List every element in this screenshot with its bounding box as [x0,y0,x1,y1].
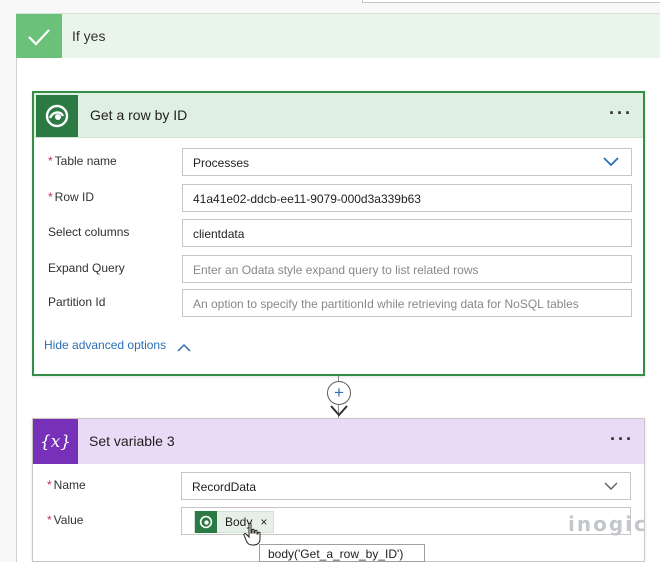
expand-query-input[interactable]: Enter an Odata style expand query to lis… [182,255,632,283]
expand-query-label: Expand Query [48,261,125,275]
previous-card-edge [362,0,660,3]
dataverse-icon [36,95,78,137]
more-options-icon[interactable]: ··· [609,103,633,124]
row-id-row: * Row ID 41a41e02-ddcb-ee11-9079-000d3a33… [48,184,632,212]
checkmark-icon [16,14,62,59]
table-name-row: * Table name Processes [48,148,632,176]
variable-value-row: * Value Body × [47,507,631,535]
row-id-label: * Row ID [48,190,95,204]
dynamic-content-token[interactable]: Body × [194,511,275,533]
variable-name-select[interactable]: RecordData [181,472,631,500]
inogic-watermark: inogic [568,512,648,536]
select-columns-row: Select columns clientdata [48,219,632,247]
table-name-select[interactable]: Processes [182,148,632,176]
get-row-card-title: Get a row by ID [90,107,188,123]
partition-id-label: Partition Id [48,295,106,309]
get-row-action-card: Get a row by ID ··· * Table name Processe… [32,91,645,376]
get-row-card-header[interactable]: Get a row by ID ··· [34,93,643,138]
token-tooltip: body('Get_a_row_by_ID') [259,544,425,562]
variable-value-label: * Value [47,513,84,527]
select-columns-label: Select columns [48,225,130,239]
chevron-down-icon[interactable] [604,480,618,494]
expand-query-row: Expand Query Enter an Odata style expand… [48,255,632,283]
variable-icon: {x} [33,419,78,464]
variable-name-label: * Name [47,478,86,492]
hide-advanced-options-link[interactable]: Hide advanced options [44,338,166,352]
set-variable-card-title: Set variable 3 [89,433,175,449]
if-yes-branch-header[interactable]: If yes [16,13,660,59]
chevron-down-icon[interactable] [603,156,619,170]
token-remove-icon[interactable]: × [260,515,267,529]
set-variable-card-header[interactable]: {x} Set variable 3 ··· [33,419,644,464]
branch-label: If yes [72,28,106,44]
more-options-icon[interactable]: ··· [610,429,634,450]
select-columns-input[interactable]: clientdata [182,219,632,247]
add-step-button[interactable]: + [327,381,351,405]
dataverse-icon [195,511,217,533]
set-variable-action-card: {x} Set variable 3 ··· * Name RecordData … [32,418,645,562]
partition-id-row: Partition Id An option to specify the pa… [48,289,632,317]
variable-name-row: * Name RecordData [47,472,631,500]
partition-id-input[interactable]: An option to specify the partitionId whi… [182,289,632,317]
table-name-label: * Table name [48,154,117,168]
row-id-input[interactable]: 41a41e02-ddcb-ee11-9079-000d3a339b63 [182,184,632,212]
chevron-up-icon[interactable] [177,339,191,357]
